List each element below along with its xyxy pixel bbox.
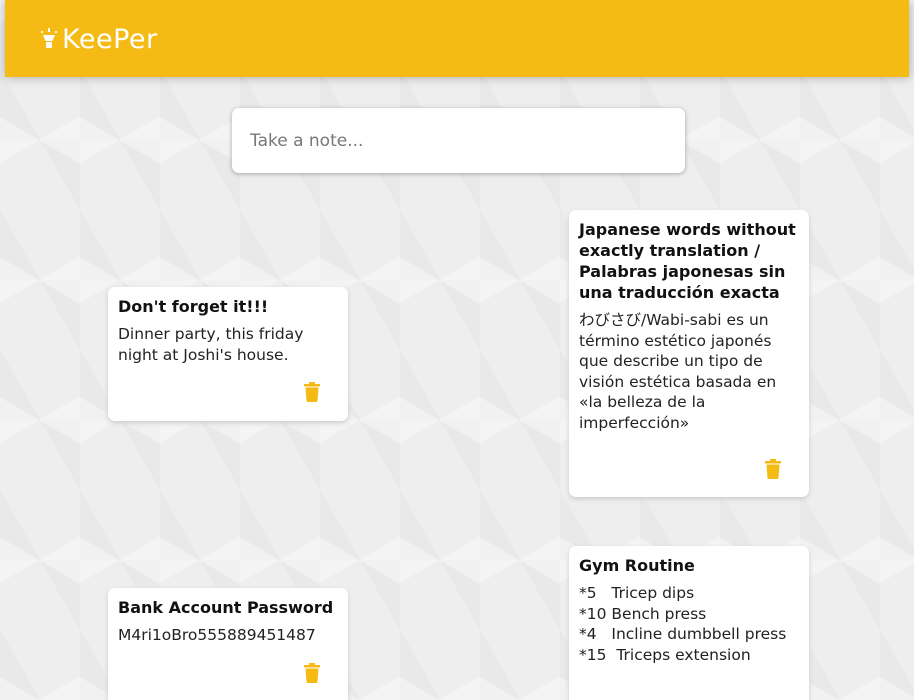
note-content: わびさび/Wabi-sabi es un término estético ja… [579,311,782,432]
note-card: Don't forget it!!! Dinner party, this fr… [108,287,348,421]
delete-note-button[interactable] [304,663,320,683]
app-header: KeePer [5,0,909,77]
note-title: Japanese words without exactly translati… [579,220,796,302]
delete-note-button[interactable] [304,382,320,402]
trash-icon [765,459,781,479]
delete-note-button[interactable] [765,459,781,479]
lightbulb-icon [40,28,58,50]
note-content: Dinner party, this friday night at Joshi… [118,325,309,364]
take-note-input[interactable] [232,108,685,173]
note-card: Japanese words without exactly translati… [569,210,809,497]
trash-icon [304,382,320,402]
note-card: Gym Routine *5 Tricep dips *10 Bench pre… [569,546,809,700]
app-title: KeePer [62,24,158,55]
note-content: *5 Tricep dips *10 Bench press *4 Inclin… [579,584,787,664]
note-content: M4ri1oBro555889451487 [118,626,316,644]
note-title: Gym Routine [579,556,695,575]
note-card: Bank Account Password M4ri1oBro555889451… [108,588,348,700]
note-title: Bank Account Password [118,598,334,617]
note-title: Don't forget it!!! [118,297,269,316]
trash-icon [304,663,320,683]
